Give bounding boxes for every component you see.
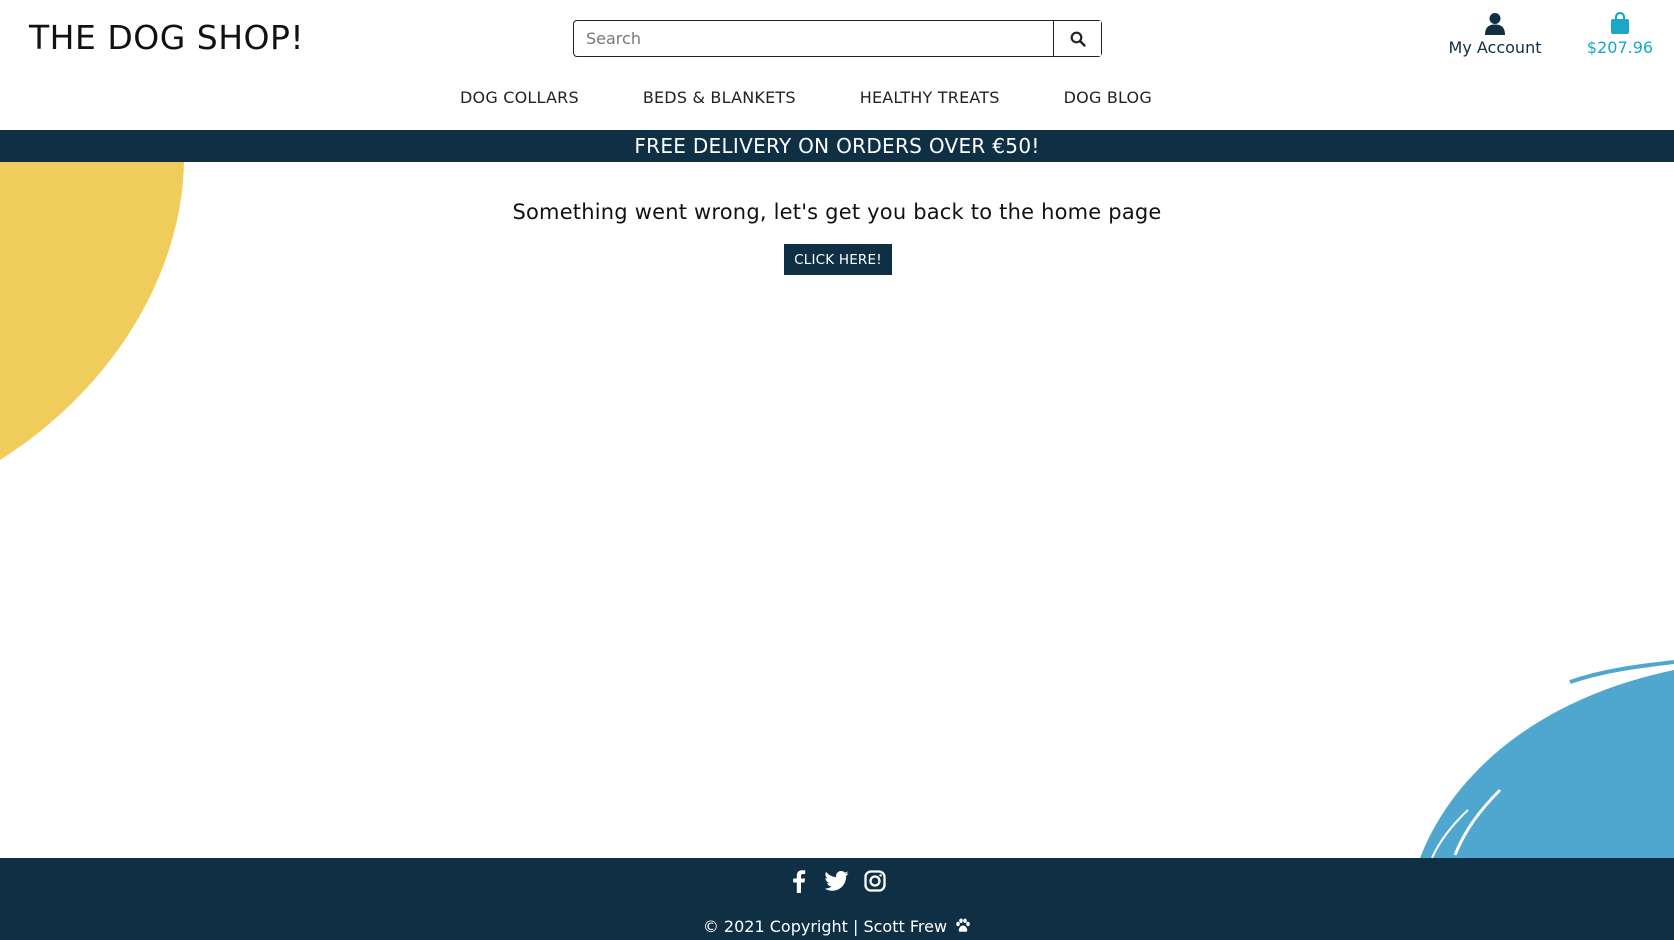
main-nav: DOG COLLARS BEDS & BLANKETS HEALTHY TREA… [0,88,1674,114]
twitter-icon[interactable] [825,868,849,894]
search-input[interactable] [574,21,1053,56]
copyright: © 2021 Copyright | Scott Frew [0,917,1674,936]
cart-total: $207.96 [1586,38,1654,57]
my-account-label: My Account [1448,38,1542,57]
delivery-banner: FREE DELIVERY ON ORDERS OVER €50! [0,130,1674,162]
nav-item-dog-collars[interactable]: DOG COLLARS [460,88,579,114]
site-header: THE DOG SHOP! My Account $207.96 [0,0,1674,130]
my-account-link[interactable]: My Account [1440,12,1550,57]
site-footer: © 2021 Copyright | Scott Frew [0,858,1674,940]
blue-blob-decoration [1420,660,1674,859]
search-icon [1070,31,1086,47]
error-message: Something went wrong, let's get you back… [512,200,1162,224]
site-logo[interactable]: THE DOG SHOP! [29,18,304,57]
facebook-icon[interactable] [787,868,811,894]
user-icon [1440,12,1550,38]
nav-item-healthy-treats[interactable]: HEALTHY TREATS [860,88,1000,114]
copyright-text: © 2021 Copyright | Scott Frew [702,917,948,936]
search-form [573,20,1102,57]
shopping-bag-icon [1580,11,1660,38]
cart-link[interactable]: $207.96 [1580,11,1660,57]
instagram-icon[interactable] [863,868,887,894]
paw-icon [956,918,970,932]
search-button[interactable] [1053,21,1101,56]
nav-item-dog-blog[interactable]: DOG BLOG [1064,88,1152,114]
social-links [0,868,1674,894]
nav-item-beds-blankets[interactable]: BEDS & BLANKETS [643,88,796,114]
home-page-button[interactable]: CLICK HERE! [784,244,892,275]
